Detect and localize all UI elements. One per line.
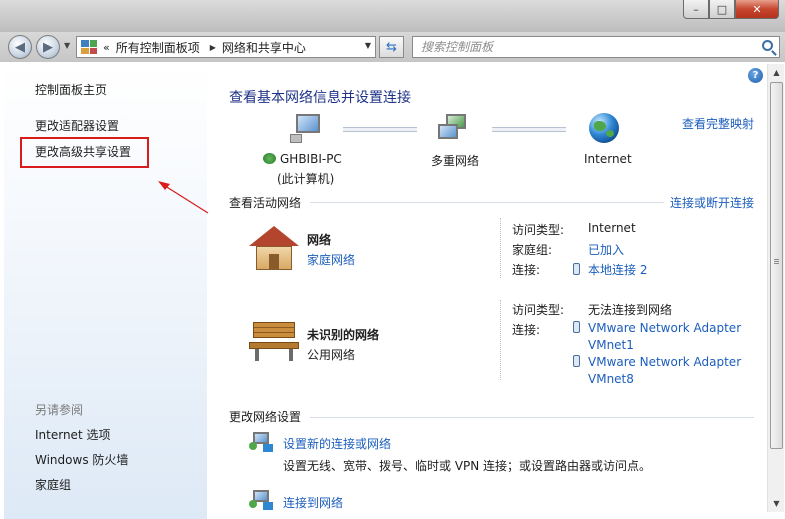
vmnet1-adapter-text[interactable]: VMware Network Adapter [588,321,741,335]
control-panel-icon [81,40,97,54]
page-title: 查看基本网络信息并设置连接 [229,90,411,106]
section-divider [310,417,754,418]
connect-disconnect-link[interactable]: 连接或断开连接 [670,194,754,211]
ethernet-adapter-icon [573,355,580,367]
see-also-heading: 另请参阅 [35,403,84,417]
section-divider [310,202,664,203]
sidebar-item-home[interactable]: 控制面板主页 [35,81,107,98]
internet-label: Internet [584,152,632,166]
back-button[interactable]: ◀ [8,35,32,59]
vertical-scrollbar[interactable]: ▲ ▼ [767,64,784,512]
breadcrumb-arrow-icon[interactable]: ▶ [210,43,216,52]
computer-name: GHBIBI-PC [263,152,342,166]
sidebar: 控制面板主页 更改适配器设置 更改高级共享设置 另请参阅 Internet 选项… [4,64,207,519]
network-1-access-value: Internet [588,221,636,235]
vmnet8-name[interactable]: VMnet8 [588,372,634,386]
setup-new-connection-link[interactable]: 设置新的连接或网络 [283,435,391,452]
maximize-button[interactable]: □ [709,0,735,19]
network-1-homegroup-link[interactable]: 已加入 [588,241,624,258]
new-connection-icon [249,432,275,454]
computer-name-text: GHBIBI-PC [280,152,342,166]
change-settings-heading: 更改网络设置 [229,410,302,424]
network-1-connection-link[interactable]: 本地连接 2 [573,261,647,278]
search-placeholder: 搜索控制面板 [421,40,494,54]
scrollbar-thumb[interactable] [770,82,783,449]
home-network-icon [249,226,299,272]
sidebar-item-adapter[interactable]: 更改适配器设置 [35,117,119,134]
minimize-button[interactable]: – [683,0,709,19]
network-1-type-link[interactable]: 家庭网络 [307,251,355,268]
network-2-name: 未识别的网络 [307,328,380,342]
address-bar[interactable]: « 所有控制面板项 ▶ 网络和共享中心 ▼ [76,36,376,58]
vmnet8-adapter-text[interactable]: VMware Network Adapter [588,355,741,369]
scroll-down-arrow-icon[interactable]: ▼ [768,495,785,512]
multiple-networks-icon [438,114,472,144]
setup-new-connection-description: 设置无线、宽带、拨号、临时或 VPN 连接；或设置路由器或访问点。 [283,459,652,473]
network-2-access-value: 无法连接到网络 [588,303,673,317]
connect-to-network-link[interactable]: 连接到网络 [283,494,343,511]
scroll-up-arrow-icon[interactable]: ▲ [768,64,785,81]
close-button[interactable]: ✕ [735,0,779,19]
recent-pages-dropdown[interactable]: ▼ [64,41,70,50]
address-prefix[interactable]: « [103,41,110,54]
sidebar-item-homegroup[interactable]: 家庭组 [35,476,71,493]
computer-network-icon [263,153,276,164]
network-1-connection-label: 连接: [512,263,541,277]
window-controls: – □ ✕ [683,0,779,19]
network-1-homegroup-label: 家庭组: [512,243,553,257]
vmnet1-name[interactable]: VMnet1 [588,338,634,352]
forward-button[interactable]: ▶ [36,35,60,59]
active-networks-heading: 查看活动网络 [229,196,302,210]
network-1-name: 网络 [307,233,332,247]
multiple-networks-label: 多重网络 [431,154,480,168]
network-2-connection-link-vmnet8[interactable]: VMware Network Adapter [573,355,741,369]
internet-globe-icon [589,113,619,143]
network-2-access-label: 访问类型: [512,303,565,317]
network-2-connection-link-vmnet1[interactable]: VMware Network Adapter [573,321,741,335]
full-map-link[interactable]: 查看完整映射 [682,115,754,132]
navigation-bar: ◀ ▶ ▼ « 所有控制面板项 ▶ 网络和共享中心 ▼ ⇆ 搜索控制面板 [0,32,785,62]
public-network-bench-icon [249,322,299,362]
network-2-type: 公用网络 [307,348,356,362]
refresh-button[interactable]: ⇆ [379,36,404,58]
network-1-connection-text[interactable]: 本地连接 2 [588,263,647,277]
highlight-annotation-box [20,137,149,168]
map-link-line [492,127,566,132]
sidebar-item-firewall[interactable]: Windows 防火墙 [35,451,128,468]
address-dropdown-icon[interactable]: ▼ [365,41,371,50]
ethernet-adapter-icon [573,263,580,275]
computer-subtitle: (此计算机) [277,172,335,186]
ethernet-adapter-icon [573,321,580,333]
breadcrumb-all-items[interactable]: 所有控制面板项 [116,39,200,56]
search-icon[interactable] [762,40,773,51]
map-link-line [343,127,417,132]
title-bar: – □ ✕ [0,0,785,32]
computer-icon [290,114,326,146]
sidebar-item-internet-options[interactable]: Internet 选项 [35,426,110,443]
search-input[interactable]: 搜索控制面板 [412,36,780,58]
help-icon[interactable]: ? [748,68,763,83]
network-1-divider [500,218,501,278]
network-2-connection-label: 连接: [512,323,541,337]
breadcrumb-network-center[interactable]: 网络和共享中心 [222,39,306,56]
network-2-divider [500,300,501,380]
connect-to-network-icon [249,490,275,512]
network-1-access-label: 访问类型: [512,223,565,237]
refresh-icon: ⇆ [386,39,397,55]
